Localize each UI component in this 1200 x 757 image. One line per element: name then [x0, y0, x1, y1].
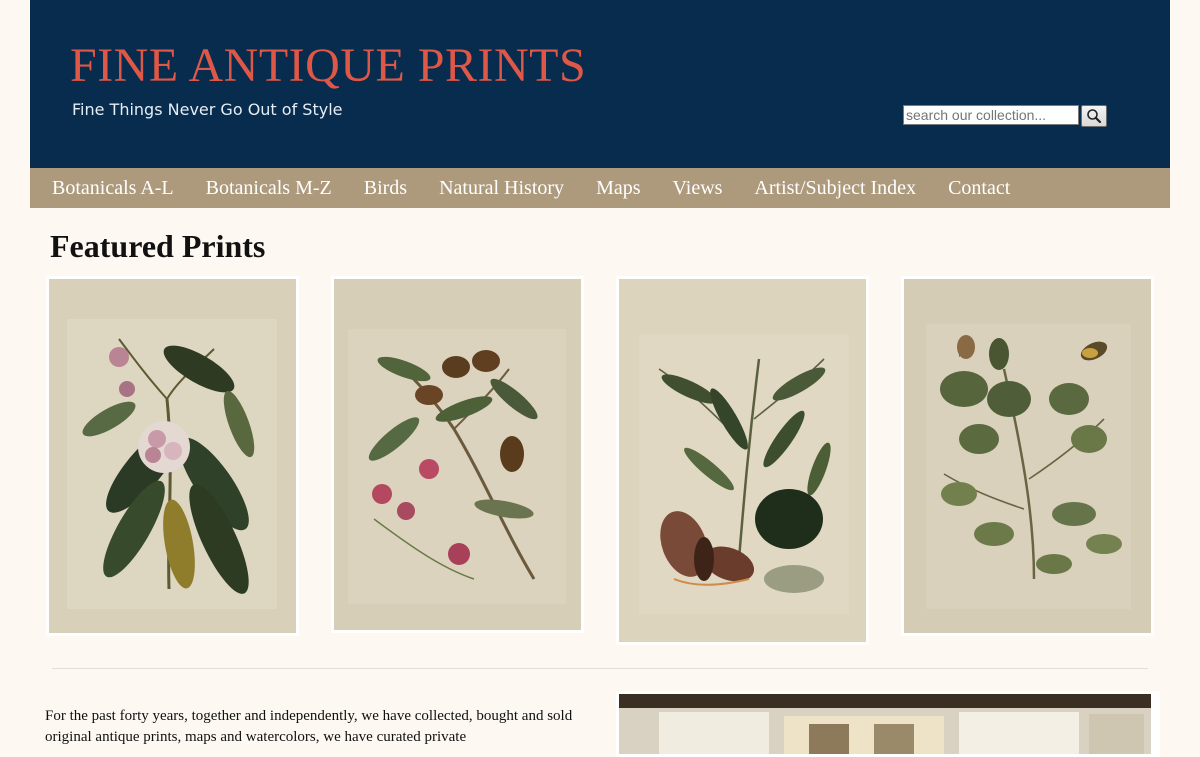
nav-item-botanicals-m-z[interactable]: Botanicals M-Z [206, 177, 332, 200]
site-header: FINE ANTIQUE PRINTS Fine Things Never Go… [30, 0, 1170, 168]
nav-item-botanicals-a-l[interactable]: Botanicals A-L [52, 177, 174, 200]
intro-paragraph: For the past forty years, together and i… [45, 708, 573, 745]
featured-print-3[interactable] [616, 276, 869, 645]
site-frame: FINE ANTIQUE PRINTS Fine Things Never Go… [30, 0, 1170, 208]
nav-item-maps[interactable]: Maps [596, 177, 640, 200]
nav-item-views[interactable]: Views [673, 177, 723, 200]
site-logo[interactable]: FINE ANTIQUE PRINTS [70, 38, 586, 93]
magnifier-icon [1087, 109, 1102, 124]
natural-history-print-image [619, 279, 866, 642]
gallery-interior-image [619, 694, 1151, 754]
section-divider [52, 668, 1148, 669]
search-button[interactable] [1081, 105, 1107, 127]
botanical-print-image [49, 279, 296, 633]
search-form [903, 105, 1107, 127]
botanical-print-image [334, 279, 581, 630]
featured-print-4[interactable] [901, 276, 1154, 636]
featured-prints-heading: Featured Prints [50, 228, 266, 264]
gallery-photo [616, 691, 1160, 757]
natural-history-print-image [904, 279, 1151, 633]
main-nav: Botanicals A-L Botanicals M-Z Birds Natu… [30, 168, 1170, 208]
featured-print-2[interactable] [331, 276, 584, 633]
search-input[interactable] [903, 105, 1079, 125]
nav-item-birds[interactable]: Birds [364, 177, 407, 200]
nav-item-natural-history[interactable]: Natural History [439, 177, 564, 200]
nav-item-artist-subject-index[interactable]: Artist/Subject Index [754, 177, 916, 200]
site-tagline: Fine Things Never Go Out of Style [72, 100, 343, 119]
featured-print-1[interactable] [46, 276, 299, 636]
nav-item-contact[interactable]: Contact [948, 177, 1010, 200]
